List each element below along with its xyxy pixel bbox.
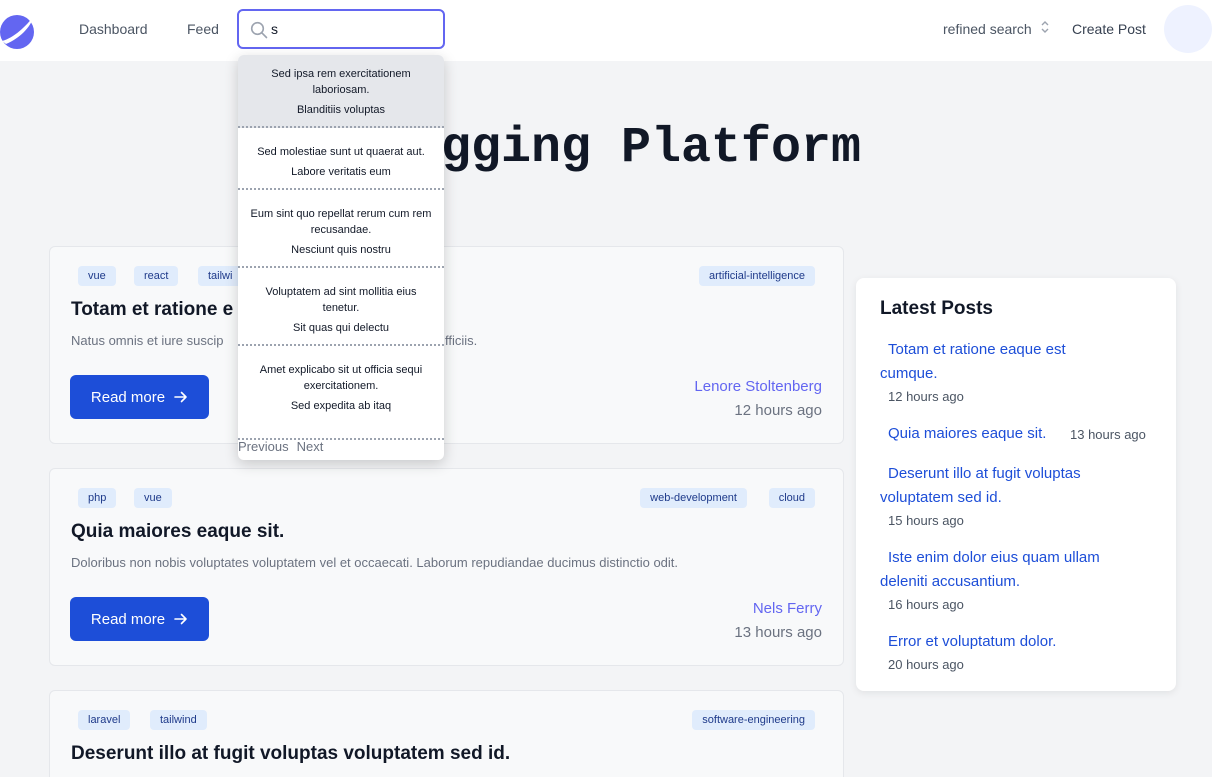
search-result-author: Sed expedita ab itaq [290,400,392,412]
arrow-right-icon [174,613,187,625]
refined-search-label: refined search [943,20,1032,37]
tag[interactable]: react [134,266,179,286]
latest-post-time: 13 hours ago [1070,427,1146,442]
tag[interactable]: php [78,488,117,508]
avatar[interactable] [1164,5,1212,53]
search-icon [250,21,268,39]
post-time: 12 hours ago [734,402,822,419]
top-navbar: Dashboard Feed refined search Create Pos… [0,0,1212,61]
post-author[interactable]: Lenore Stoltenberg [694,378,822,395]
chevron-updown-icon [1040,20,1050,37]
create-post-link[interactable]: Create Post [1072,21,1146,37]
search-result-author: Nesciunt quis nostru [291,244,391,256]
post-card: php vue web-development cloud Quia maior… [49,468,844,666]
post-title[interactable]: Quia maiores eaque sit. [71,521,284,543]
latest-post-link[interactable]: Quia maiores eaque sit. [888,422,1046,446]
page-title: Blogging Platform [350,120,862,177]
post-author[interactable]: Nels Ferry [753,600,822,617]
search-box[interactable] [237,9,445,49]
post-card: vue react tailwi artificial-intelligence… [49,246,844,444]
tag[interactable]: software-engineering [692,710,815,730]
search-result-title: Sed molestiae sunt ut quaerat aut. [257,146,425,158]
nav-feed[interactable]: Feed [187,21,219,37]
tag[interactable]: laravel [78,710,131,730]
post-time: 13 hours ago [734,624,822,641]
search-result-item[interactable]: Voluptatem ad sint mollitia eius tenetur… [238,268,444,346]
logo-icon[interactable] [0,8,38,50]
tag[interactable]: tailwi [198,266,243,286]
read-more-button[interactable]: Read more [70,597,209,641]
refined-search-select[interactable]: refined search [943,20,1050,37]
search-result-title: Amet explicabo sit ut officia sequi exer… [259,364,423,392]
search-result-author: Labore veritatis eum [291,166,391,178]
post-excerpt: Natus omnis et iure suscip [71,333,224,348]
search-result-item[interactable]: Sed molestiae sunt ut quaerat aut. Labor… [238,128,444,190]
latest-post-time: 16 hours ago [888,597,964,612]
tag[interactable]: tailwind [150,710,207,730]
search-result-author: Sit quas qui delectu [292,322,389,334]
read-more-label: Read more [90,610,166,628]
search-result-title: Eum sint quo repellat rerum cum rem recu… [250,208,432,236]
latest-post-time: 12 hours ago [888,389,964,404]
nav-dashboard[interactable]: Dashboard [79,21,148,37]
latest-post-link[interactable]: Iste enim dolor eius quam ullam [888,546,1100,570]
post-excerpt: Doloribus non nobis voluptates voluptate… [71,555,679,570]
previous-page-button[interactable]: Previous [238,439,289,454]
latest-posts-panel: Latest Posts Totam et ratione eaque est … [856,278,1176,691]
search-input[interactable] [271,19,436,39]
tag[interactable]: cloud [768,488,815,508]
post-card: laravel tailwind software-engineering De… [49,690,844,777]
next-page-button[interactable]: Next [297,439,324,454]
latest-post-link[interactable]: cumque. [880,362,938,386]
latest-post-link[interactable]: voluptatem sed id. [880,486,1002,510]
tag[interactable]: web-development [640,488,747,508]
search-result-item[interactable]: Amet explicabo sit ut officia sequi exer… [238,346,444,440]
tag[interactable]: artificial-intelligence [699,266,815,286]
latest-post-link[interactable]: deleniti accusantium. [880,570,1020,594]
post-title[interactable]: Totam et ratione e [71,299,233,321]
search-pagination: Previous Next [238,439,331,454]
search-result-title: Voluptatem ad sint mollitia eius tenetur… [265,286,417,314]
search-result-item[interactable]: Eum sint quo repellat rerum cum rem recu… [238,190,444,268]
latest-post-time: 20 hours ago [888,657,964,672]
search-result-title: Sed ipsa rem exercitationem laboriosam. [271,68,411,96]
search-result-author: Blanditiis voluptas [296,104,386,116]
latest-post-link[interactable]: Error et voluptatum dolor. [888,630,1056,654]
search-result-item[interactable]: Sed ipsa rem exercitationem laboriosam. … [238,55,444,128]
read-more-label: Read more [90,388,166,406]
read-more-button[interactable]: Read more [70,375,209,419]
latest-post-link[interactable]: Deserunt illo at fugit voluptas [888,462,1081,486]
arrow-right-icon [174,391,187,403]
tag[interactable]: vue [134,488,172,508]
post-title[interactable]: Deserunt illo at fugit voluptas voluptat… [71,743,510,765]
latest-posts-title: Latest Posts [880,298,993,319]
latest-post-link[interactable]: Totam et ratione eaque est [888,338,1066,362]
search-results-dropdown: Sed ipsa rem exercitationem laboriosam. … [238,55,444,460]
latest-post-time: 15 hours ago [888,513,964,528]
post-excerpt-tail: fficiis. [445,333,478,348]
tag[interactable]: vue [78,266,116,286]
